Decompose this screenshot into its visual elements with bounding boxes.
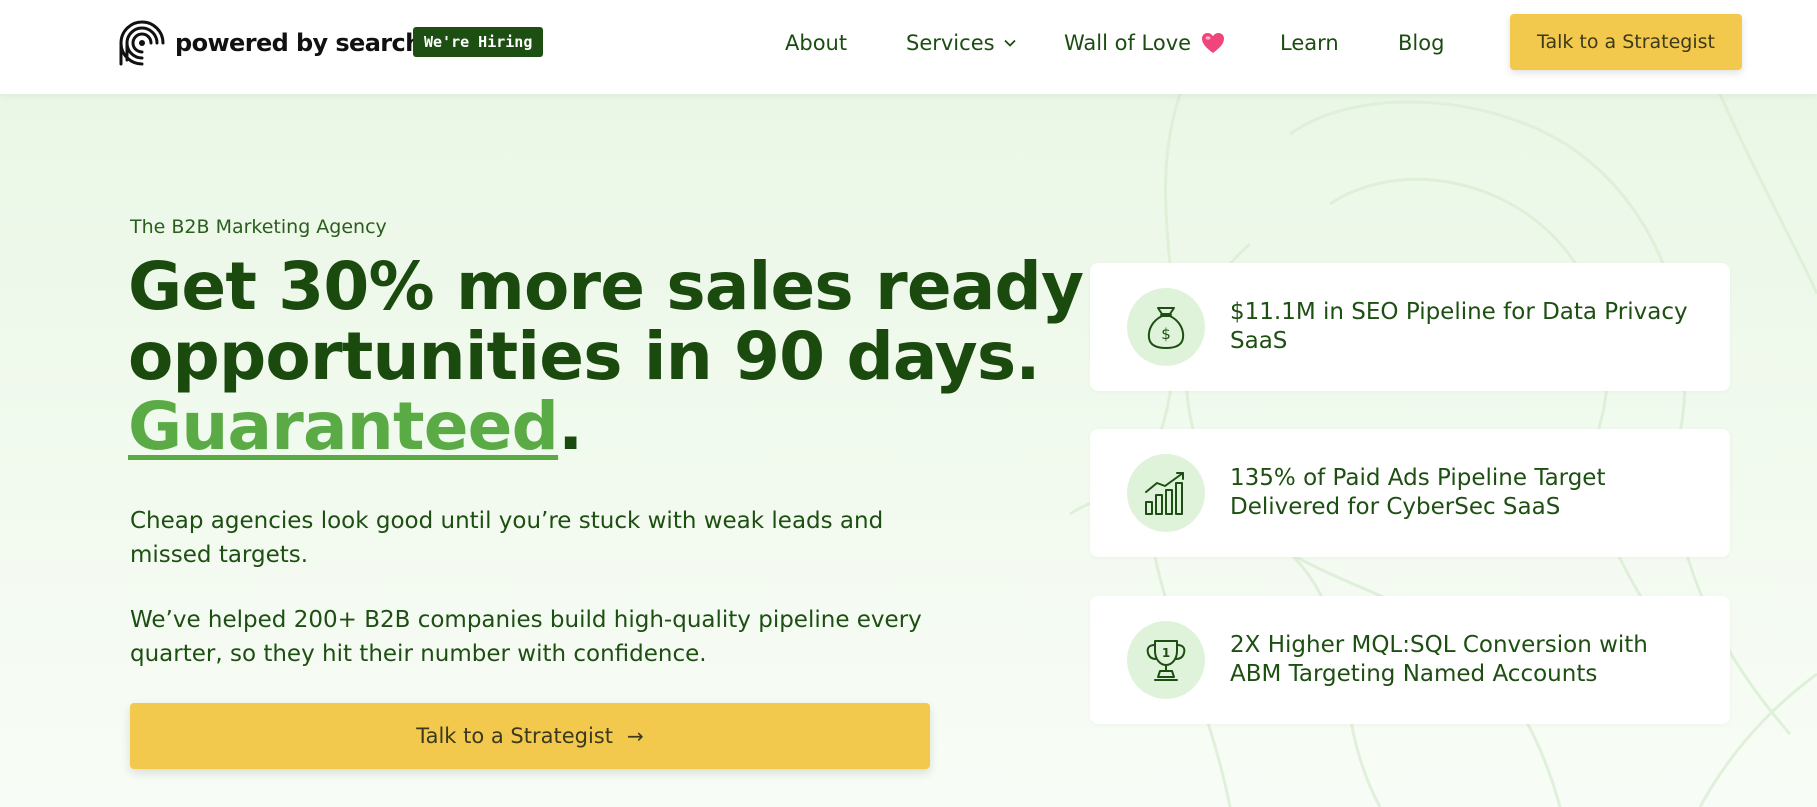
arrow-right-icon: → (627, 724, 644, 748)
headline-period: . (558, 388, 583, 465)
nav-learn-label: Learn (1280, 31, 1339, 55)
headline-line-3: Guaranteed. (128, 392, 988, 462)
growth-chart-icon (1127, 454, 1205, 532)
headline-line-1: Get 30% more sales ready (128, 248, 1084, 325)
stat-text: $11.1M in SEO Pipeline for Data Privacy … (1230, 299, 1688, 354)
logo-text: powered by search (175, 29, 422, 57)
nav-about[interactable]: About (785, 30, 847, 56)
stat-text: 135% of Paid Ads Pipeline Target Deliver… (1230, 465, 1606, 520)
chevron-down-icon (1003, 39, 1016, 47)
nav-services-label: Services (906, 31, 995, 55)
hiring-badge[interactable]: We're Hiring (413, 27, 544, 57)
hero-section: The B2B Marketing Agency Get 30% more sa… (0, 94, 1817, 807)
headline-accent: Guaranteed (128, 388, 559, 465)
nav-wall-of-love[interactable]: Wall of Love (1064, 30, 1225, 56)
stat-text: 2X Higher MQL:SQL Conversion with ABM Ta… (1230, 632, 1648, 687)
hero-paragraph-2: We’ve helped 200+ B2B companies build hi… (130, 607, 922, 667)
nav-wall-of-love-label: Wall of Love (1064, 31, 1192, 55)
hero-paragraph-1: Cheap agencies look good until you’re st… (130, 508, 884, 568)
hero-cta-button[interactable]: Talk to a Strategist → (130, 703, 930, 769)
nav-blog[interactable]: Blog (1398, 30, 1444, 56)
hero-headline: Get 30% more sales ready opportunities i… (128, 248, 1084, 462)
heart-icon (1202, 33, 1225, 53)
header-cta-button[interactable]: Talk to a Strategist (1510, 14, 1742, 70)
site-header: powered by search We're Hiring About Ser… (0, 0, 1817, 94)
stat-card: $ $11.1M in SEO Pipeline for Data Privac… (1090, 263, 1730, 391)
money-bag-icon: $ (1127, 288, 1205, 366)
nav-about-label: About (785, 31, 848, 55)
nav-blog-label: Blog (1398, 31, 1445, 55)
stat-card: 135% of Paid Ads Pipeline Target Deliver… (1090, 429, 1730, 557)
trophy-icon: 1 (1127, 621, 1205, 699)
logo[interactable]: powered by search (117, 18, 422, 68)
headline-line-2: opportunities in 90 days. (128, 318, 1040, 395)
logo-mark-icon (119, 20, 165, 66)
hero-eyebrow: The B2B Marketing Agency (130, 216, 387, 238)
stat-card: 1 2X Higher MQL:SQL Conversion with ABM … (1090, 596, 1730, 724)
svg-text:$: $ (1161, 325, 1171, 343)
nav-services[interactable]: Services (906, 30, 1016, 56)
hero-cta-label: Talk to a Strategist (416, 724, 613, 748)
svg-text:1: 1 (1162, 646, 1170, 660)
nav-learn[interactable]: Learn (1280, 30, 1339, 56)
